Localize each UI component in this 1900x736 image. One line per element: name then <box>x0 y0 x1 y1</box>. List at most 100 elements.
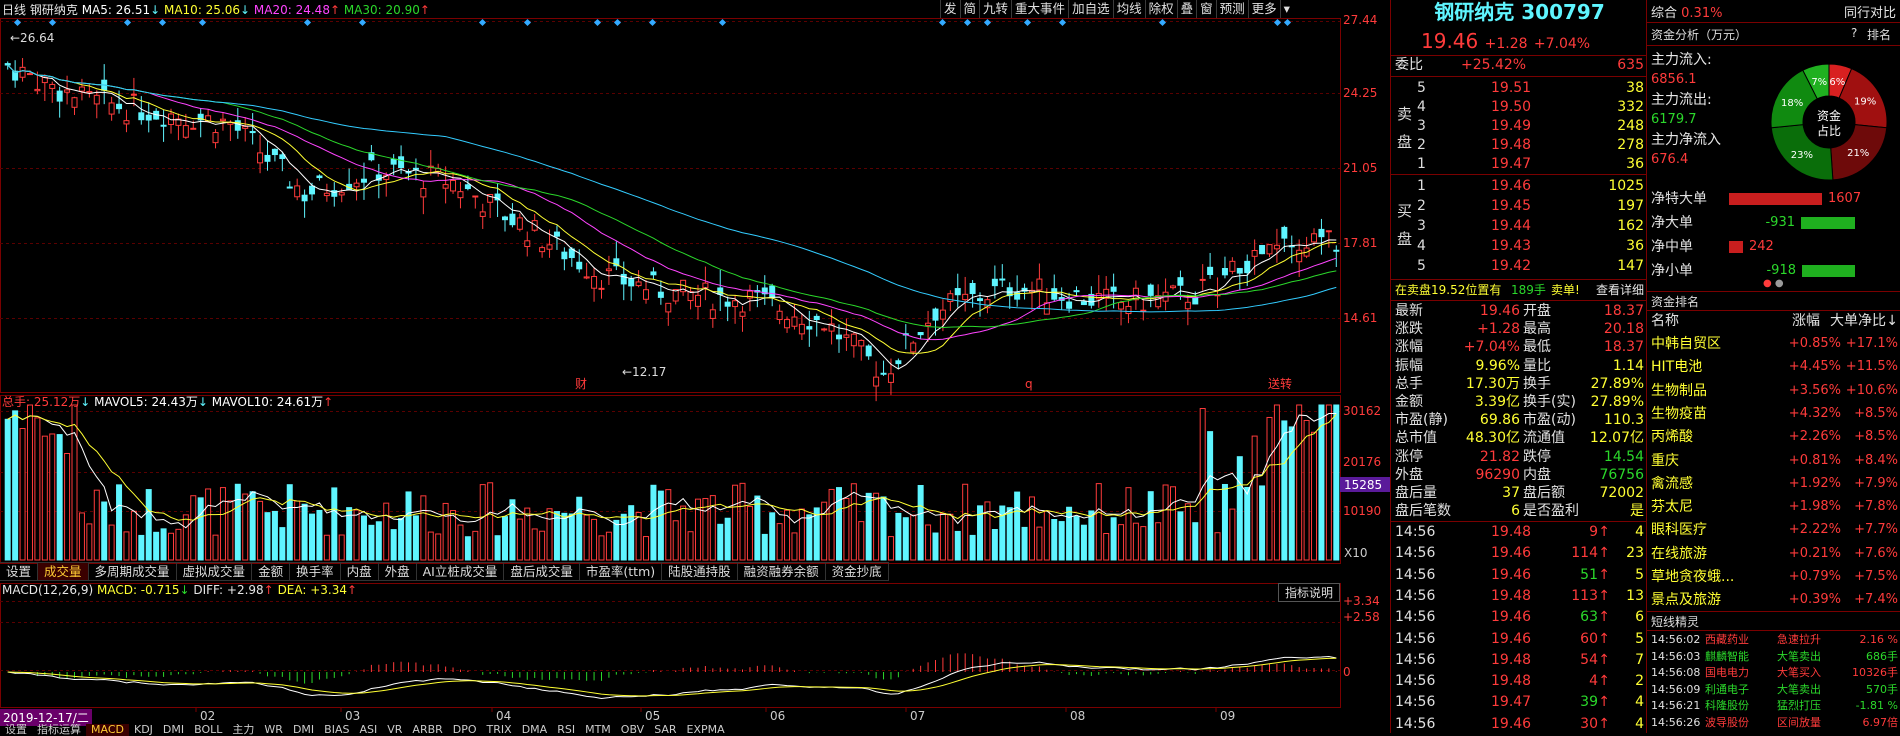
notice-detail-link[interactable]: 查看详细 <box>1596 281 1644 300</box>
bottom-tab-3[interactable]: KDJ <box>129 724 158 736</box>
buy-level-2[interactable]: 2 19.45 197 <box>1391 197 1648 216</box>
indicator-tab-7[interactable]: 外盘 <box>379 563 417 580</box>
bottom-tab-19[interactable]: SAR <box>649 724 681 736</box>
rank-col-net[interactable]: 大单净比 <box>1830 311 1886 331</box>
bottom-tab-0[interactable]: 设置 <box>0 724 32 736</box>
indicator-tab-13[interactable]: 资金抄底 <box>826 563 889 580</box>
toolbar-btn-8[interactable]: 窗 <box>1196 0 1216 18</box>
bottom-tab-13[interactable]: DPO <box>448 724 482 736</box>
rank-row-9[interactable]: 在线旅游 +0.21% +7.6% <box>1647 543 1900 565</box>
sell-level-4[interactable]: 4 19.50 332 <box>1391 98 1648 117</box>
level-num: 1 <box>1417 156 1426 172</box>
bottom-tab-10[interactable]: ASI <box>354 724 382 736</box>
indicator-tab-5[interactable]: 换手率 <box>290 563 341 580</box>
rank-row-7[interactable]: 芬太尼 +1.98% +7.8% <box>1647 496 1900 518</box>
indicator-tab-8[interactable]: AI立桩成交量 <box>417 563 505 580</box>
month-label-1: 03 <box>345 709 360 723</box>
indicator-tab-12[interactable]: 融资融券余额 <box>738 563 826 580</box>
sort-down-icon[interactable]: ↓ <box>1886 311 1898 331</box>
level-vol: 332 <box>1617 99 1644 115</box>
rank-name: HIT电池 <box>1651 359 1703 376</box>
buy-level-4[interactable]: 4 19.43 36 <box>1391 237 1648 256</box>
sprite-row-5[interactable]: 14:56:26 波导股份 区间放量 6.97倍 <box>1647 715 1900 731</box>
toolbar-btn-1[interactable]: 简 <box>959 0 980 18</box>
sell-level-3[interactable]: 3 19.49 248 <box>1391 117 1648 136</box>
indicator-tab-2[interactable]: 多周期成交量 <box>89 563 177 580</box>
bottom-tab-2[interactable]: MACD <box>86 724 129 736</box>
notice-text: 在卖盘19.52位置有 <box>1395 283 1502 297</box>
rank-row-6[interactable]: 禽流感 +1.92% +7.9% <box>1647 473 1900 495</box>
event-marker <box>718 18 727 27</box>
kline-svg[interactable]: 27.44 24.25 21.05 17.81 14.61 30162 20176 10190… <box>0 0 1390 733</box>
bottom-tab-9[interactable]: BIAS <box>319 724 354 736</box>
toolbar-btn-3[interactable]: 重大事件 <box>1011 0 1068 18</box>
toolbar-btn-7[interactable]: 叠 <box>1176 0 1197 18</box>
peer-compare-button[interactable]: 同行对比 <box>1844 2 1896 21</box>
buy-level-3[interactable]: 3 19.44 162 <box>1391 217 1648 236</box>
vol-bar <box>338 534 345 561</box>
toolbar-btn-2[interactable]: 九转 <box>979 0 1011 18</box>
bottom-tab-6[interactable]: 主力 <box>227 724 259 736</box>
sell-level-1[interactable]: 1 19.47 36 <box>1391 155 1648 174</box>
indicator-tab-3[interactable]: 虚拟成交量 <box>177 563 253 580</box>
sell-level-5[interactable]: 5 19.51 38 <box>1391 79 1648 98</box>
chart-area[interactable]: 27.44 24.25 21.05 17.81 14.61 30162 20176 10190… <box>0 0 1390 736</box>
bottom-tab-20[interactable]: EXPMA <box>682 724 730 736</box>
sprite-row-4[interactable]: 14:56:21 科隆股份 猛烈打压 -1.81 % <box>1647 698 1900 714</box>
rank-row-11[interactable]: 景点及旅游 +0.39% +7.4% <box>1647 589 1900 611</box>
rank-row-10[interactable]: 草地贪夜蛾... +0.79% +7.5% <box>1647 566 1900 588</box>
buy-level-5[interactable]: 5 19.42 147 <box>1391 257 1648 276</box>
sprite-row-2[interactable]: 14:56:08 国电电力 大笔买入 10326手 <box>1647 665 1900 681</box>
bottom-tab-8[interactable]: DMI <box>288 724 319 736</box>
index-summary[interactable]: 综合 0.31% <box>1651 2 1722 21</box>
flow-rank-button[interactable]: 排名 <box>1867 26 1891 43</box>
buy-level-1[interactable]: 1 19.46 1025 <box>1391 177 1648 196</box>
vol-bar <box>309 513 316 561</box>
bottom-tab-18[interactable]: OBV <box>616 724 649 736</box>
indicator-tab-1[interactable]: 成交量 <box>38 563 89 580</box>
bottom-tab-12[interactable]: ARBR <box>407 724 447 736</box>
rank-col-change[interactable]: 涨幅 <box>1792 311 1820 331</box>
bottom-tab-5[interactable]: BOLL <box>189 724 227 736</box>
toolbar-btn-9[interactable]: 预测 <box>1215 0 1248 18</box>
indicator-tab-9[interactable]: 盘后成交量 <box>504 563 580 580</box>
sprite-row-3[interactable]: 14:56:09 利通电子 大笔卖出 570手 <box>1647 682 1900 698</box>
indicator-tab-6[interactable]: 内盘 <box>341 563 379 580</box>
weibi-row: 委比 +25.42% 635 <box>1391 56 1648 75</box>
page-dots[interactable]: ● ● <box>1763 279 1784 289</box>
bottom-tab-15[interactable]: DMA <box>517 724 553 736</box>
rank-col-name[interactable]: 名称 <box>1651 311 1679 331</box>
flow-help-icon[interactable]: ? <box>1851 26 1857 40</box>
rank-row-1[interactable]: HIT电池 +4.45% +11.5% <box>1647 356 1900 378</box>
rank-row-3[interactable]: 生物疫苗 +4.32% +8.5% <box>1647 403 1900 425</box>
toolbar-btn-6[interactable]: 除权 <box>1144 0 1177 18</box>
toolbar-btn-0[interactable]: 发 <box>940 0 960 18</box>
indicator-tab-4[interactable]: 金额 <box>252 563 291 580</box>
bottom-tab-16[interactable]: RSI <box>552 724 580 736</box>
bottom-tab-17[interactable]: MTM <box>580 724 616 736</box>
rank-row-2[interactable]: 生物制品 +3.56% +10.6% <box>1647 380 1900 402</box>
toolbar-btn-4[interactable]: 加自选 <box>1068 0 1113 18</box>
toolbar-btn-5[interactable]: 均线 <box>1112 0 1145 18</box>
bottom-tab-11[interactable]: VR <box>382 724 407 736</box>
menu-arrow-icon[interactable]: ▾ <box>1279 0 1293 18</box>
rank-row-4[interactable]: 丙烯酸 +2.26% +8.5% <box>1647 426 1900 448</box>
sell-level-2[interactable]: 2 19.48 278 <box>1391 136 1648 155</box>
indicator-tab-0[interactable]: 设置 <box>0 563 39 580</box>
bottom-tab-14[interactable]: TRIX <box>482 724 517 736</box>
indicator-tab-11[interactable]: 陆股通持股 <box>662 563 738 580</box>
period-label[interactable]: 日线 <box>2 3 26 17</box>
bottom-tab-1[interactable]: 指标运算 <box>32 724 86 736</box>
tick-vol: 30 <box>1580 715 1598 732</box>
rank-row-8[interactable]: 眼科医疗 +2.22% +7.7% <box>1647 519 1900 541</box>
bottom-tab-7[interactable]: WR <box>259 724 288 736</box>
toolbar-btn-10[interactable]: 更多 <box>1247 0 1280 18</box>
rank-row-5[interactable]: 重庆 +0.81% +8.4% <box>1647 450 1900 472</box>
rank-row-0[interactable]: 中韩自贸区 +0.85% +17.1% <box>1647 333 1900 355</box>
indicator-tab-10[interactable]: 市盈率(ttm) <box>580 563 663 580</box>
sprite-row-1[interactable]: 14:56:03 麒麟智能 大笔卖出 686手 <box>1647 649 1900 665</box>
order-notice[interactable]: 在卖盘19.52位置有 189手 卖单! 查看详细 <box>1391 281 1648 300</box>
bottom-tab-4[interactable]: DMI <box>158 724 189 736</box>
sprite-row-0[interactable]: 14:56:02 西藏药业 急速拉升 2.16 % <box>1647 632 1900 648</box>
indicator-help-button[interactable]: 指标说明 <box>1278 583 1341 602</box>
